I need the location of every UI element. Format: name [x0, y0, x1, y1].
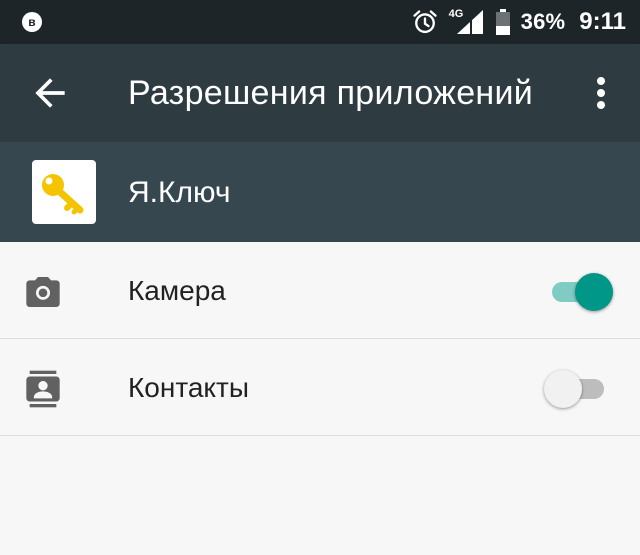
more-options-button[interactable] [584, 73, 618, 113]
battery-icon [495, 9, 510, 35]
notification-icon: в [22, 12, 42, 32]
contacts-toggle[interactable] [544, 369, 608, 409]
camera-icon [26, 277, 60, 307]
status-icons: 4G 36% 9:11 [401, 0, 626, 44]
contacts-icon [26, 370, 60, 408]
more-vert-icon [597, 77, 605, 109]
notification-letter: в [28, 15, 36, 29]
app-icon [32, 160, 96, 224]
permission-row-camera[interactable]: Камера [0, 242, 640, 339]
permission-label: Камера [128, 275, 226, 306]
app-name: Я.Ключ [128, 176, 231, 209]
arrow-back-icon [35, 78, 65, 108]
signal-icon: 4G [449, 8, 485, 36]
page-title: Разрешения приложений [128, 74, 534, 112]
permissions-list: Камера Контакты [0, 242, 640, 436]
toggle-thumb [544, 370, 582, 408]
app-bar: Разрешения приложений [0, 44, 640, 142]
key-icon [42, 174, 84, 215]
toggle-thumb [575, 273, 613, 311]
status-bar: в 4G 36% 9:11 [0, 0, 640, 44]
camera-toggle[interactable] [548, 272, 613, 312]
battery-percent: 36% [520, 9, 566, 34]
permission-label: Контакты [128, 372, 249, 403]
app-header: Я.Ключ [0, 142, 640, 242]
alarm-icon [412, 10, 437, 34]
permission-row-contacts[interactable]: Контакты [0, 339, 640, 436]
clock: 9:11 [579, 8, 626, 35]
back-button[interactable] [28, 71, 72, 115]
